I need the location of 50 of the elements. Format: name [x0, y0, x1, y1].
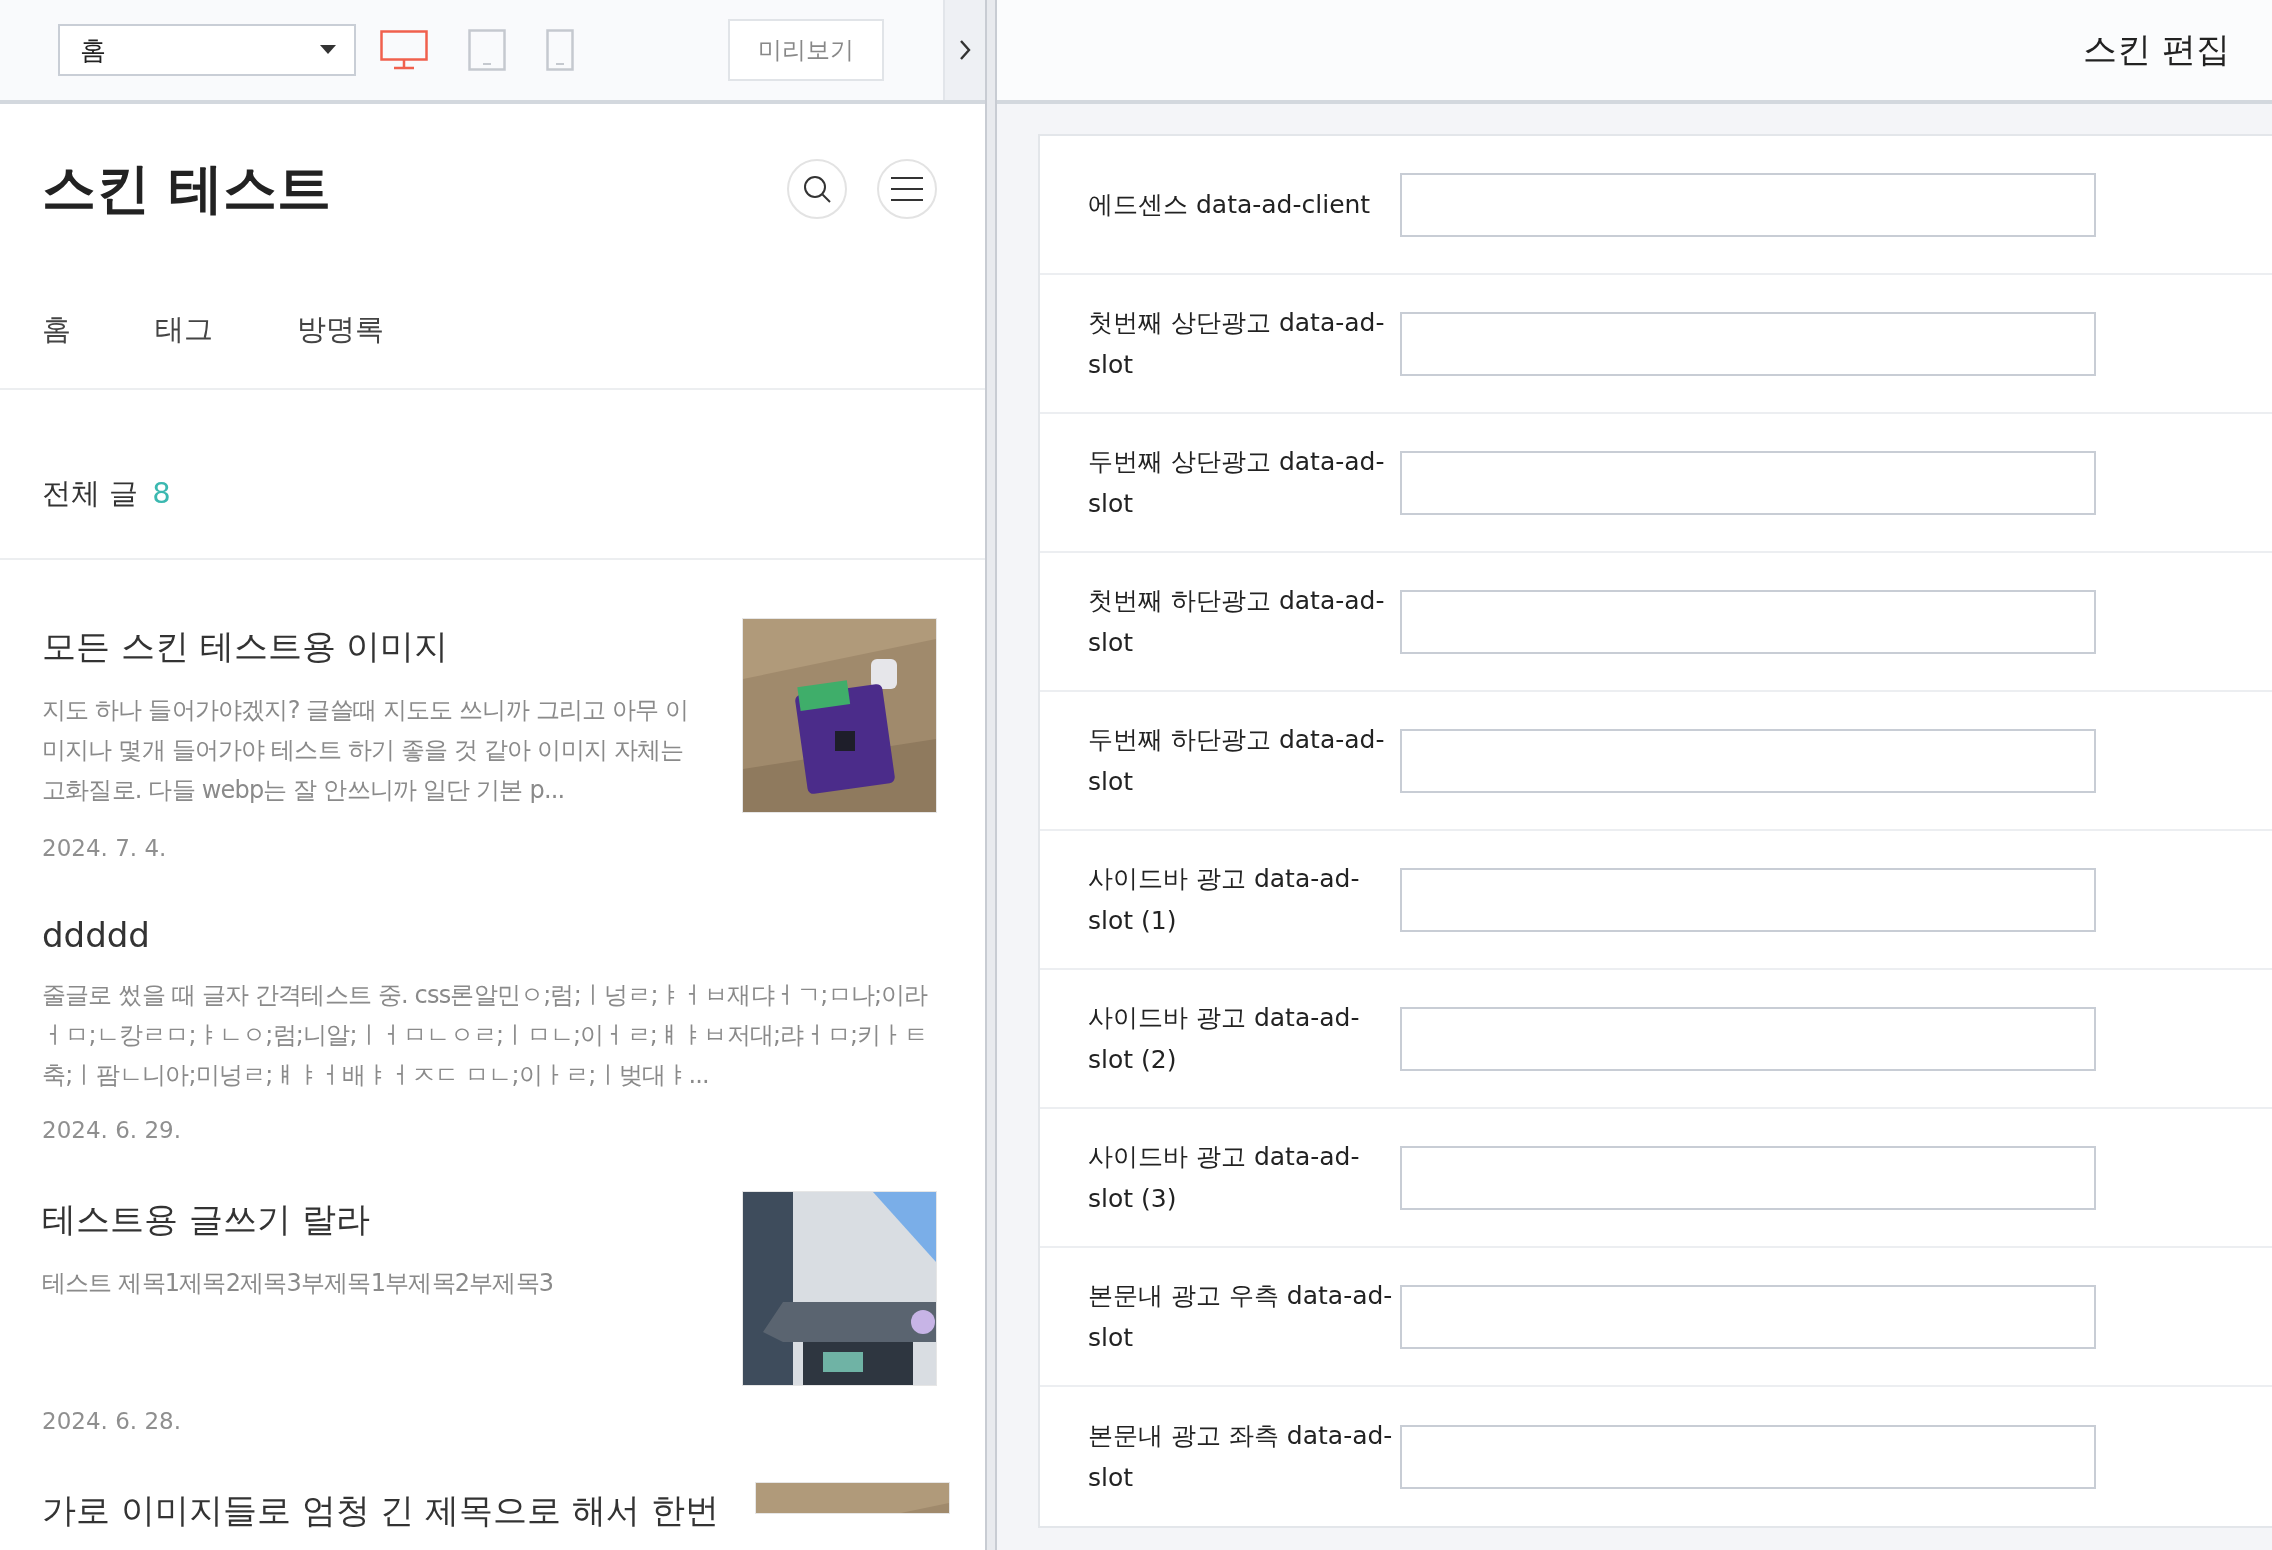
field-label: 첫번째 상단광고 data-ad-slot [1088, 306, 1386, 381]
page-select[interactable]: 홈 [58, 24, 356, 76]
field-label: 사이드바 광고 data-ad-slot (3) [1088, 1140, 1361, 1215]
input-field[interactable] [1400, 1284, 2096, 1349]
field-label: 두번째 하단광고 data-ad-slot [1088, 723, 1386, 798]
nav-link[interactable]: 방명록 [297, 310, 384, 350]
field-label: 본문내 광고 우측 data-ad-slot [1088, 1279, 1394, 1354]
field-label: 사이드바 광고 data-ad-slot (2) [1088, 1001, 1361, 1076]
field-label: 첫번째 하단광고 data-ad-slot [1088, 584, 1386, 659]
tablet-icon[interactable] [468, 29, 506, 71]
field-label: 에드센스 data-ad-client [1088, 188, 1372, 221]
nav-link[interactable]: 홈 [42, 310, 71, 350]
panel-title: 스킨 편집 [2083, 28, 2230, 71]
field-label: 본문내 광고 좌측 data-ad-slot [1088, 1419, 1394, 1494]
input-field[interactable] [1400, 867, 2096, 932]
post-date: 2024. 6. 28. [42, 1408, 182, 1434]
input-field[interactable] [1400, 450, 2096, 515]
caret-icon [320, 45, 336, 55]
phone-icon[interactable] [546, 29, 574, 71]
collapse-button[interactable] [943, 0, 985, 100]
input-field[interactable] [1400, 311, 2096, 376]
input-field[interactable] [1400, 1145, 2096, 1210]
menu-button[interactable] [877, 159, 937, 219]
input-field[interactable] [1400, 1006, 2096, 1071]
panel-splitter[interactable] [985, 0, 997, 1550]
menu-icon [891, 176, 923, 202]
search-button[interactable] [787, 159, 847, 219]
preview-button[interactable]: 미리보기 [728, 19, 884, 81]
post-excerpt: 줄글로 썼을 때 글자 간격테스트 중. css론알민ㅇ;럼;ㅣ넝ㄹ;ㅑㅓㅂ재댜ㅓㄱ;ㅁ나;이라ㅓㅁ;ㄴ캉ㄹㅁ;ㅑㄴㅇ;럼;니알;ㅣㅓㅁㄴㅇㄹ;ㅣㅁㄴ;이ㅓㄹ;ㅒㅑㅂ저대;랴ㅓㅁ;키ㅏㅌ축;ㅣ팜ㄴ니아;미넝ㄹ;ㅒㅑㅓ배ㅑㅓㅈㄷ ㅁㄴ;이ㅏㄹ;ㅣ벚대ㅑ... [42, 980, 929, 1091]
input-field[interactable] [1400, 1424, 2096, 1489]
input-field[interactable] [1400, 728, 2096, 793]
post-title[interactable]: ddddd [42, 915, 937, 955]
post-title[interactable]: 가로 이미지들로 엄청 긴 제목으로 해서 한번 [42, 1488, 719, 1534]
nav-link[interactable]: 태그 [155, 310, 213, 350]
input-field[interactable] [1400, 172, 2096, 237]
search-icon [801, 173, 833, 205]
input-field[interactable] [1400, 589, 2096, 654]
post-title[interactable]: 모든 스킨 테스트용 이미지 [42, 624, 706, 670]
post-title[interactable]: 테스트용 글쓰기 랄라 [42, 1197, 706, 1243]
chevron-right-icon [959, 39, 971, 61]
section-title: 전체 글 [42, 475, 139, 512]
post-excerpt: 테스트 제목1제목2제목3부제목1부제목2부제목3 [42, 1268, 555, 1299]
post-excerpt: 지도 하나 들어가야겠지? 글쓸때 지도도 쓰니까 그리고 아무 이미지나 몇개 들어가야 테스트 하기 좋을 것 같아 이미지 자체는 고화질로. 다들 webp는 잘 안쓰니까 일단 기본 p... [42, 695, 690, 806]
field-label: 사이드바 광고 data-ad-slot (1) [1088, 862, 1361, 937]
post-date: 2024. 7. 4. [42, 835, 168, 861]
monitor-icon[interactable] [380, 30, 428, 70]
post-count: 8 [152, 476, 171, 510]
blog-title[interactable]: 스킨 테스트 [42, 152, 331, 226]
post-date: 2024. 6. 29. [42, 1117, 182, 1143]
field-label: 두번째 상단광고 data-ad-slot [1088, 445, 1386, 520]
